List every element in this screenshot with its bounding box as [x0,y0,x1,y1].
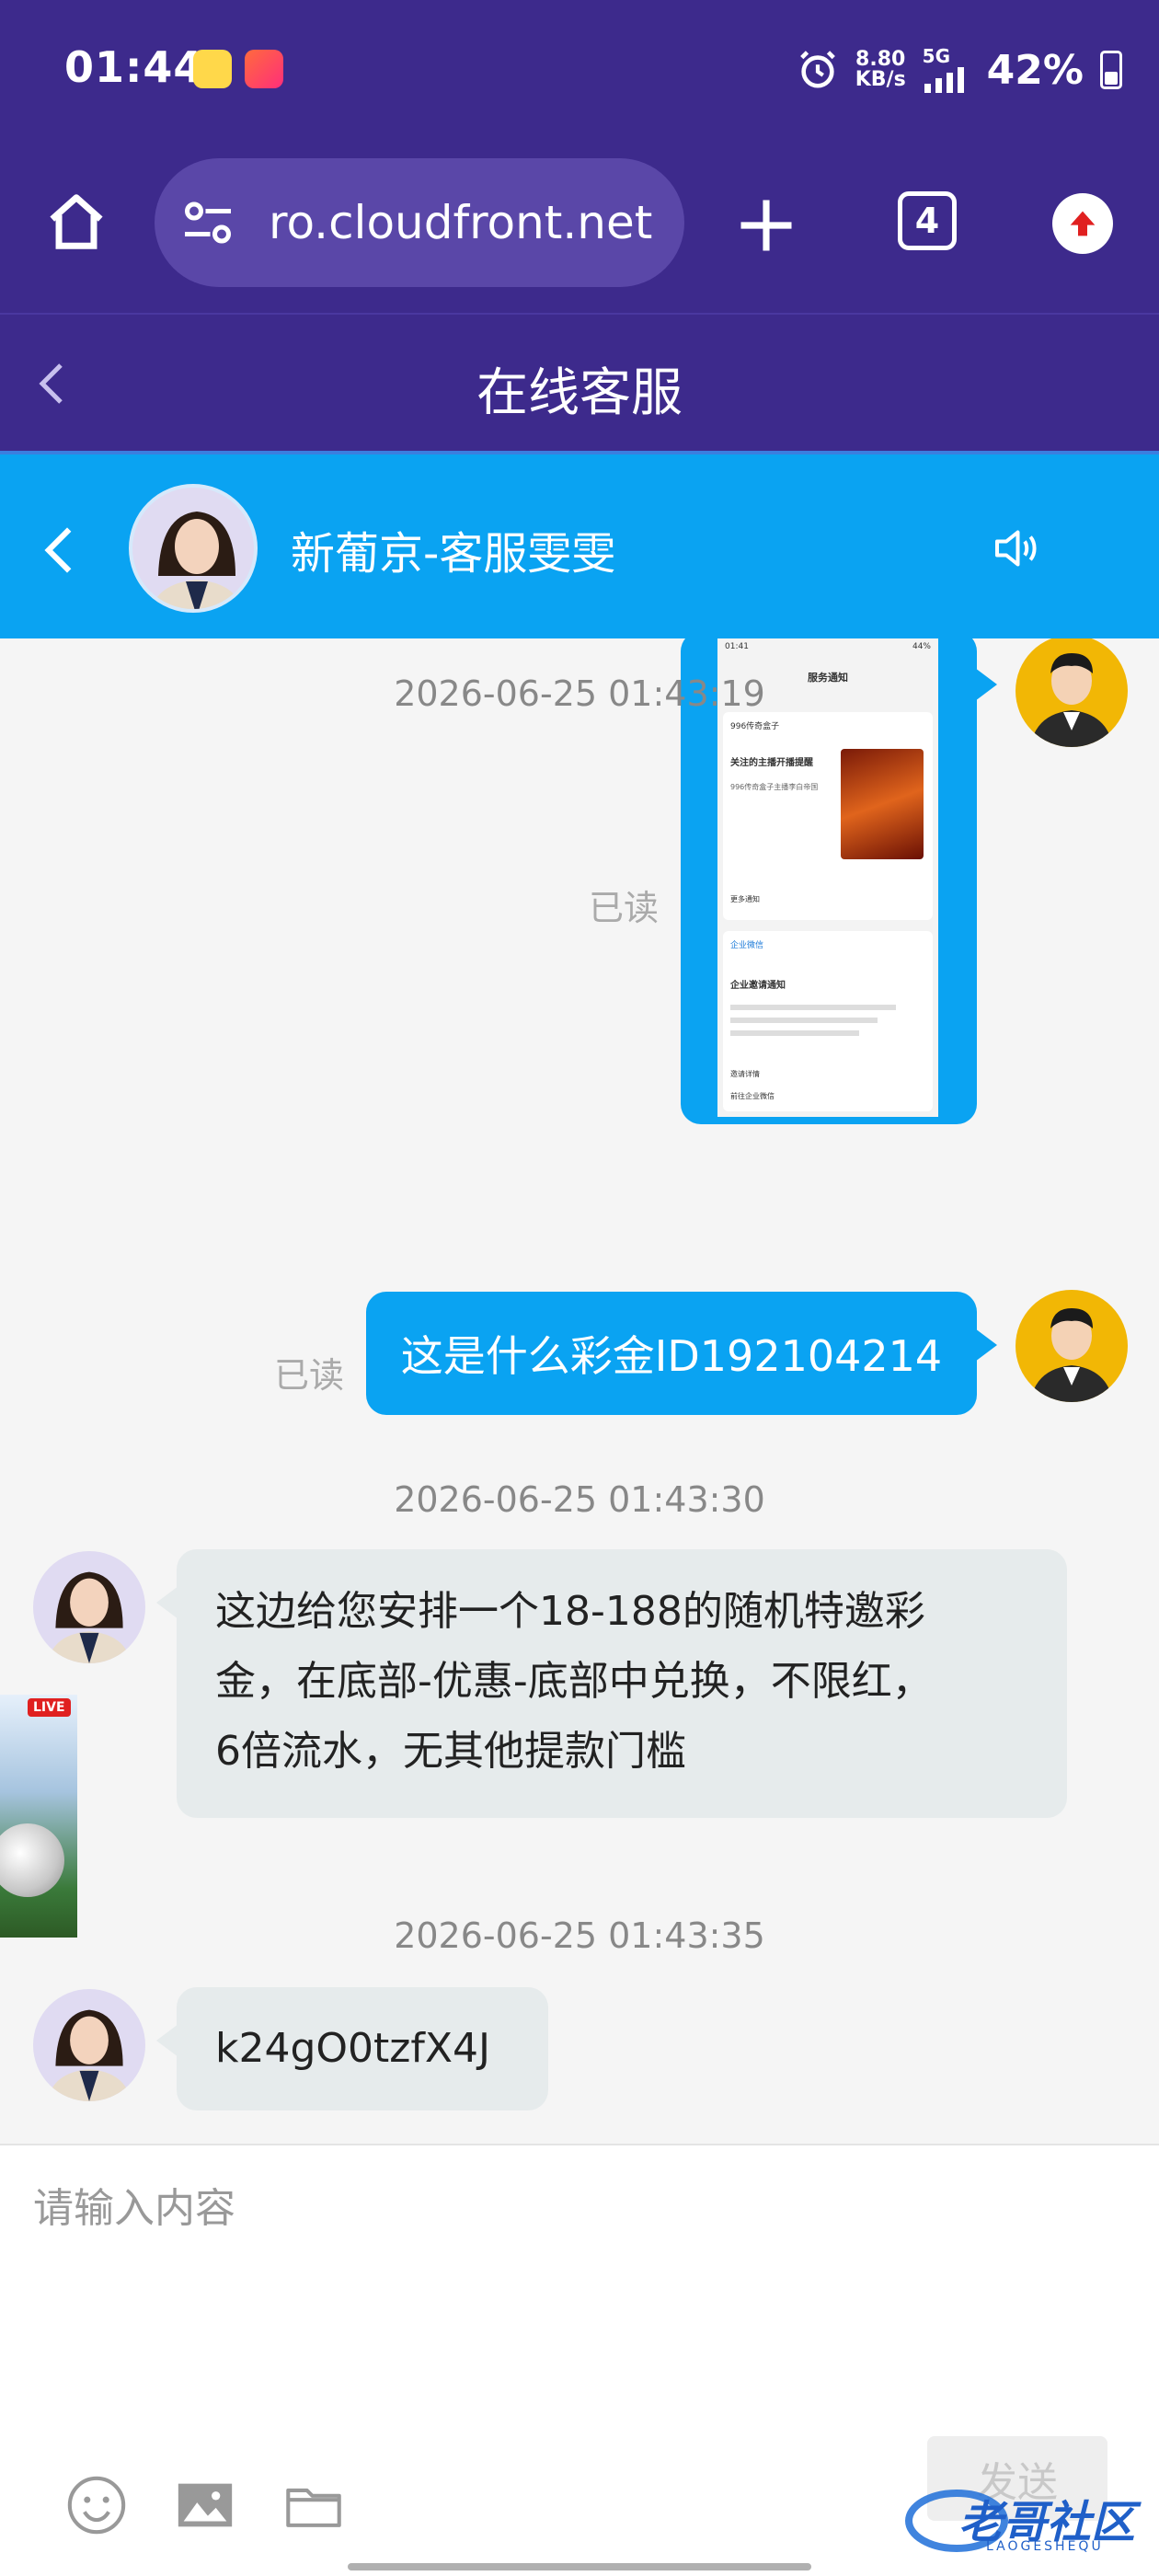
agent-portrait-icon [47,2009,132,2101]
address-bar[interactable]: ro.cloudfront.net [155,158,684,287]
message-line: 6倍流水，无其他提款门槛 [215,1728,686,1775]
timestamp: 2026-06-25 01:43:30 [394,1479,765,1520]
home-icon[interactable] [44,190,109,254]
folder-icon[interactable] [281,2473,346,2537]
message-list[interactable]: 已读 01:41 44% 服务通知 996传奇盒子 关注的主播开播提醒 996传奇… [0,638,1159,2144]
timestamp: 2026-06-25 01:43:35 [394,1915,765,1956]
emoji-icon[interactable] [64,2473,129,2537]
update-arrow-icon [1070,211,1096,236]
shot-poster-image [841,749,924,859]
read-status: 已读 [274,1355,345,1396]
shot-time: 01:41 [725,642,749,651]
status-time: 01:44 [64,42,204,92]
chat-back-icon[interactable] [42,524,75,576]
live-badge: LIVE [28,1698,71,1717]
shot-card1-name: 996传奇盒子 [730,722,780,731]
speaker-icon[interactable] [988,521,1043,576]
update-button[interactable] [1052,193,1113,254]
shot-card-2: 企业微信 企业邀请通知 邀请详情 前往企业微信 [723,931,933,1111]
timestamp: 2026-06-25 01:43:19 [394,673,765,714]
new-tab-icon[interactable] [736,195,797,256]
shot-card1-more: 更多通知 [730,895,760,903]
signal-icon [924,67,964,93]
agent-name: 新葡京-客服雯雯 [291,528,616,580]
agent-portrait-icon [47,1571,132,1663]
chat-header: 新葡京-客服雯雯 [0,451,1159,638]
status-bar: 01:44 8.80 KB/s 5G 42% [0,0,1159,147]
football-image [0,1823,64,1897]
notification-video-icon [245,50,283,88]
shot-statusbar: 01:41 44% [725,642,931,651]
user-portrait-icon [1030,1308,1113,1402]
agent-portrait-icon [150,512,244,609]
page-title: 在线客服 [476,363,683,423]
watermark-subtext: LAOGESHEQU [986,2539,1104,2554]
shot-card2-lines [730,1005,914,1051]
composer: 请输入内容 发送 老哥社区 LAOGESHEQU [0,2144,1159,2576]
shot-card-1: 996传奇盒子 关注的主播开播提醒 996传奇盒子主播李白帝国 更多通知 [723,712,933,920]
shot-card2-detail: 邀请详情 [730,1070,760,1078]
shot-card1-title: 关注的主播开播提醒 [730,758,813,768]
url-text[interactable]: ro.cloudfront.net [269,196,652,249]
agent-avatar-small [33,1989,145,2101]
battery-percent: 42% [986,46,1084,94]
site-settings-icon[interactable] [180,195,235,250]
message-line: 金，在底部-优惠-底部中兑换，不限红， [215,1658,933,1705]
status-right: 8.80 KB/s 5G 42% [797,42,1122,98]
network-type: 5G [922,45,951,67]
battery-icon [1100,51,1122,89]
agent-text-bubble[interactable]: 这边给您安排一个18-188的随机特邀彩 金，在底部-优惠-底部中兑换，不限红，… [156,1549,1067,1818]
agent-text-bubble[interactable]: k24gO0tzfX4J [156,1987,548,2110]
user-text-bubble[interactable]: 这是什么彩金ID192104214 [366,1292,997,1415]
watermark-logo: 老哥社区 LAOGESHEQU [901,2475,1150,2563]
network-speed-value: 8.80 [855,48,906,71]
shot-card2-title: 企业邀请通知 [730,981,786,991]
shot-card2-name: 企业微信 [730,941,764,950]
page-title-bar: 在线客服 [0,313,1159,451]
image-icon[interactable] [173,2473,237,2537]
home-indicator[interactable] [348,2563,811,2570]
tab-switcher-button[interactable]: 4 [898,191,957,250]
shot-card2-join: 前往企业微信 [730,1092,775,1100]
notification-app-icon [193,50,232,88]
message-input[interactable]: 请输入内容 [33,2175,235,2234]
agent-avatar-small [33,1551,145,1663]
shot-card1-desc: 996传奇盒子主播李白帝国 [730,783,819,791]
network-speed: 8.80 KB/s [855,50,906,90]
floating-live-ad[interactable]: LIVE [0,1695,77,1938]
read-status: 已读 [589,888,660,928]
message-text: k24gO0tzfX4J [215,2025,490,2072]
message-line: 这边给您安排一个18-188的随机特邀彩 [215,1588,925,1635]
message-text: 这是什么彩金ID192104214 [400,1331,943,1381]
alarm-icon [799,51,835,88]
network-speed-unit: KB/s [855,68,906,91]
signal: 5G [923,47,970,93]
browser-toolbar: ro.cloudfront.net 4 [0,147,1159,313]
agent-avatar [129,484,258,613]
user-avatar [1016,1290,1128,1402]
